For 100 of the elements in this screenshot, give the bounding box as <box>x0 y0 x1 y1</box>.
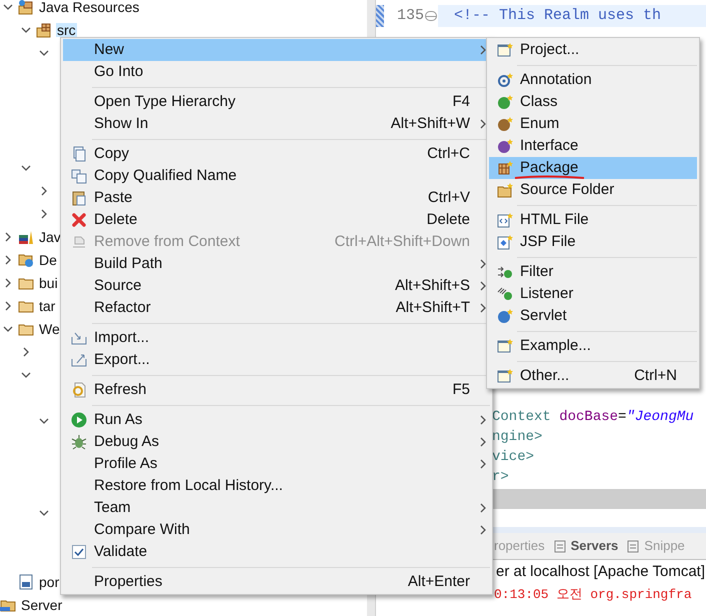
chevron-right-icon[interactable] <box>478 303 488 313</box>
chevron-right-icon[interactable] <box>478 281 488 291</box>
menu-item[interactable]: Compare With <box>63 519 490 541</box>
menu-item[interactable]: Example... <box>489 335 697 357</box>
chevron-right-icon[interactable] <box>3 278 13 288</box>
clipboard-icon <box>70 190 86 206</box>
chevron-down-icon[interactable] <box>21 370 31 380</box>
menu-item[interactable]: Properties Alt+Enter <box>63 571 490 593</box>
shortcut-text: Ctrl+Alt+Shift+Down <box>334 232 470 252</box>
shortcut-text: Ctrl+N <box>634 366 677 386</box>
menu-item[interactable]: Copy Qualified Name <box>63 165 490 187</box>
chevron-right-icon[interactable] <box>478 119 488 129</box>
menu-item[interactable]: Enum <box>489 113 697 135</box>
chevron-right-icon[interactable] <box>478 503 488 513</box>
menu-item[interactable]: Other... Ctrl+N <box>489 365 697 387</box>
filter-icon <box>496 264 512 280</box>
shortcut-text: Ctrl+V <box>428 188 470 208</box>
folder-icon <box>18 252 34 268</box>
chevron-right-icon[interactable] <box>3 232 13 242</box>
gutter-marker <box>376 5 384 27</box>
pom-file-icon <box>18 574 34 590</box>
copy-icon <box>70 168 86 184</box>
import-icon <box>70 330 86 346</box>
tree-item[interactable]: De <box>38 252 58 266</box>
chevron-right-icon[interactable] <box>39 186 49 196</box>
chevron-right-icon[interactable] <box>3 300 13 310</box>
menu-item[interactable]: Copy Ctrl+C <box>63 143 490 165</box>
menu-item[interactable]: Open Type Hierarchy F4 <box>63 91 490 113</box>
shortcut-text: Alt+Shift+S <box>394 276 470 296</box>
menu-item[interactable]: Restore from Local History... <box>63 475 490 497</box>
menu-item[interactable]: HTML File <box>489 209 697 231</box>
folder-icon <box>496 182 512 198</box>
chevron-right-icon[interactable] <box>3 254 13 264</box>
refresh-icon <box>70 382 86 398</box>
jsp-file-icon <box>496 234 512 250</box>
menu-item[interactable]: Export... <box>63 349 490 371</box>
chevron-down-icon[interactable] <box>39 416 49 426</box>
menu-item[interactable]: Package <box>489 157 697 179</box>
chevron-down-icon[interactable] <box>39 48 49 58</box>
menu-item[interactable]: Show In Alt+Shift+W <box>63 113 490 135</box>
chevron-right-icon[interactable] <box>478 259 488 269</box>
java-resources-icon <box>18 0 34 14</box>
chevron-down-icon[interactable] <box>39 508 49 518</box>
new-window-icon <box>496 338 512 354</box>
chevron-right-icon[interactable] <box>478 437 488 447</box>
shortcut-text: Delete <box>426 210 470 230</box>
code-line: Context docBase="JeongMu <box>492 408 694 427</box>
package-icon <box>496 160 512 176</box>
chevron-down-icon[interactable] <box>3 324 13 334</box>
menu-item[interactable]: Filter <box>489 261 697 283</box>
chevron-right-icon[interactable] <box>478 415 488 425</box>
tree-item[interactable]: bui <box>38 276 59 290</box>
tree-item[interactable]: Java Resources <box>38 0 140 14</box>
menu-item[interactable]: Listener <box>489 283 697 305</box>
menu-item[interactable]: Run As <box>63 409 490 431</box>
interface-icon <box>496 138 512 154</box>
menu-item[interactable]: Validate <box>63 541 490 563</box>
menu-item[interactable]: Go Into <box>63 61 490 83</box>
tree-item[interactable]: Jav <box>38 230 62 244</box>
menu-item[interactable]: JSP File <box>489 231 697 253</box>
remove-icon <box>70 234 86 250</box>
tree-item[interactable]: por <box>38 574 60 588</box>
menu-item[interactable]: Class <box>489 91 697 113</box>
chevron-right-icon[interactable] <box>21 346 31 356</box>
chevron-right-icon[interactable] <box>478 45 488 55</box>
menu-item[interactable]: Project... <box>489 39 697 61</box>
shortcut-text: F5 <box>452 380 470 400</box>
menu-item[interactable]: Servlet <box>489 305 697 327</box>
menu-item[interactable]: Profile As <box>63 453 490 475</box>
console-title: er at localhost [Apache Tomcat] <box>496 562 706 582</box>
menu-item[interactable]: Build Path <box>63 253 490 275</box>
menu-item[interactable]: Interface <box>489 135 697 157</box>
menu-item[interactable]: Refresh F5 <box>63 379 490 401</box>
menu-item[interactable]: Team <box>63 497 490 519</box>
menu-item[interactable]: Delete Delete <box>63 209 490 231</box>
fold-icon[interactable] <box>425 11 437 21</box>
chevron-right-icon[interactable] <box>478 525 488 535</box>
view-tab[interactable]: Servers <box>552 536 618 556</box>
tree-item[interactable]: tar <box>38 298 56 312</box>
chevron-right-icon[interactable] <box>478 459 488 469</box>
menu-item[interactable]: Annotation <box>489 69 697 91</box>
menu-item[interactable]: Paste Ctrl+V <box>63 187 490 209</box>
chevron-down-icon[interactable] <box>21 162 31 172</box>
menu-item[interactable]: Source Alt+Shift+S <box>63 275 490 297</box>
class-icon <box>496 94 512 110</box>
menu-item[interactable]: Import... <box>63 327 490 349</box>
tree-item[interactable]: Server <box>20 598 64 612</box>
export-icon <box>70 352 86 368</box>
tree-item[interactable]: src <box>56 22 77 36</box>
enum-icon <box>496 116 512 132</box>
chevron-right-icon[interactable] <box>39 208 49 218</box>
chevron-down-icon[interactable] <box>3 2 13 12</box>
menu-item[interactable]: Source Folder <box>489 179 697 201</box>
chevron-down-icon[interactable] <box>21 24 31 34</box>
tree-item[interactable]: We <box>38 322 61 336</box>
menu-item[interactable]: Refactor Alt+Shift+T <box>63 297 490 319</box>
run-icon <box>70 412 86 428</box>
annotation-icon <box>496 72 512 88</box>
line-number: 135 <box>396 6 424 26</box>
menu-item[interactable]: Debug As <box>63 431 490 453</box>
